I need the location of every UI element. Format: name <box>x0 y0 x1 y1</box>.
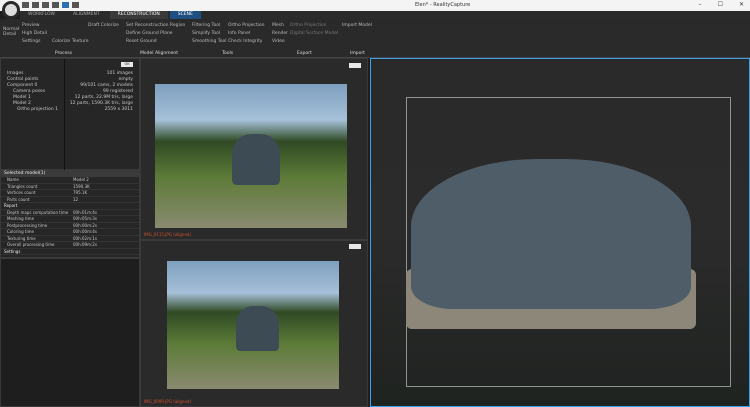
group-label-process: Process <box>55 51 73 56</box>
image-view-2-button[interactable] <box>349 244 361 249</box>
empty-panel <box>0 258 140 407</box>
main-tabs: WORKFLOW ALIGNMENT RECONSTRUCTION SCENE <box>20 11 750 19</box>
image-caption-1: IMG_0115.JPG (aligned) <box>144 232 192 237</box>
image-view-1-button[interactable] <box>349 63 361 68</box>
title-bar: Elen* - RealityCapture – ☐ ✕ <box>0 0 750 11</box>
close-button[interactable]: ✕ <box>739 1 744 8</box>
colorize-button[interactable]: Colorize <box>52 39 70 44</box>
group-label-import: Import <box>350 51 365 56</box>
import-model-button[interactable]: Import Model <box>342 23 372 28</box>
export-dsm-button[interactable]: Digital Surface Model <box>290 31 338 36</box>
tree-item-model-1[interactable]: Model 1 12 parts, 22.9M tris, large <box>13 95 133 100</box>
tree-item-images[interactable]: Images 101 images <box>7 71 133 76</box>
statue-image <box>231 134 280 185</box>
statue-image <box>235 305 279 351</box>
window-title: Elen* - RealityCapture <box>415 2 471 8</box>
tree-item-ortho-projection[interactable]: Ortho projection 1 2559 x 3011 <box>17 107 133 112</box>
export-ortho-button[interactable]: Ortho Projection <box>290 23 338 28</box>
settings-button[interactable]: Settings <box>22 39 47 44</box>
maximize-button[interactable]: ☐ <box>718 1 723 8</box>
save-icon[interactable] <box>42 2 49 8</box>
export-mesh-button[interactable]: Mesh <box>272 23 288 28</box>
texture-button[interactable]: Texture <box>72 39 88 44</box>
normal-detail-button[interactable]: Normal Detail <box>3 27 19 37</box>
ribbon: Normal Detail Preview High Detail Settings… <box>0 19 750 58</box>
group-label-model-alignment: Model Alignment <box>140 51 178 56</box>
smoothing-tool-button[interactable]: Smoothing Tool <box>192 39 227 44</box>
set-reconstruction-region-button[interactable]: Set Reconstruction Region <box>126 23 185 28</box>
filtering-tool-button[interactable]: Filtering Tool <box>192 23 227 28</box>
layout-icon[interactable] <box>62 2 69 8</box>
redo-icon[interactable] <box>72 2 79 8</box>
simplify-tool-button[interactable]: Simplify Tool <box>192 31 227 36</box>
undo-icon[interactable] <box>52 2 59 8</box>
tree-item-component[interactable]: Component 0 99/101 cams, 2 models <box>7 83 133 88</box>
image-caption-2: IMG_0099.JPG (aligned) <box>144 399 192 404</box>
quick-access-toolbar <box>22 2 79 8</box>
project-tree-panel: OK Images 101 images Control points empty … <box>0 58 140 171</box>
reset-ground-button[interactable]: Reset Ground <box>126 39 185 44</box>
tab-reconstruction[interactable]: RECONSTRUCTION <box>109 11 168 19</box>
settings-section[interactable]: Settings <box>1 249 139 255</box>
define-ground-plane-button[interactable]: Define Ground Plane <box>126 31 185 36</box>
high-detail-button[interactable]: High Detail <box>22 31 47 36</box>
draft-colorize-button[interactable]: Draft Colorize <box>88 23 119 28</box>
minimize-button[interactable]: – <box>699 1 702 8</box>
3d-model <box>411 159 691 309</box>
selected-model-panel: Selected model(1) Name Model 2 Triangles … <box>0 170 140 258</box>
image-view-2[interactable]: IMG_0099.JPG (aligned) <box>140 240 368 407</box>
image-view-1[interactable]: IMG_0115.JPG (aligned) <box>140 58 368 240</box>
open-icon[interactable] <box>32 2 39 8</box>
photo-1 <box>155 84 347 228</box>
group-label-tools: Tools <box>222 51 234 56</box>
app-logo[interactable] <box>2 1 20 19</box>
info-panel-button[interactable]: Info Panel <box>228 31 264 36</box>
tree-item-control-points[interactable]: Control points empty <box>7 77 133 82</box>
photo-2 <box>167 261 339 389</box>
export-video-button[interactable]: Video <box>272 39 288 44</box>
ortho-projection-button[interactable]: Ortho Projection <box>228 23 264 28</box>
preview-button[interactable]: Preview <box>22 23 47 28</box>
tree-item-model-2[interactable]: Model 2 12 parts, 1590.3K tris, large <box>13 101 133 106</box>
tab-alignment[interactable]: ALIGNMENT <box>65 11 108 19</box>
tab-scene[interactable]: SCENE <box>169 11 201 19</box>
ok-button[interactable]: OK <box>121 62 133 67</box>
new-icon[interactable] <box>22 2 29 8</box>
export-render-button[interactable]: Render <box>272 31 288 36</box>
group-label-export: Export <box>297 51 312 56</box>
3d-viewport[interactable] <box>370 58 750 407</box>
check-integrity-button[interactable]: Check Integrity <box>228 39 264 44</box>
tree-item-camera-poses[interactable]: Camera poses 99 registered <box>13 89 133 94</box>
tab-workflow[interactable]: WORKFLOW <box>20 11 63 19</box>
